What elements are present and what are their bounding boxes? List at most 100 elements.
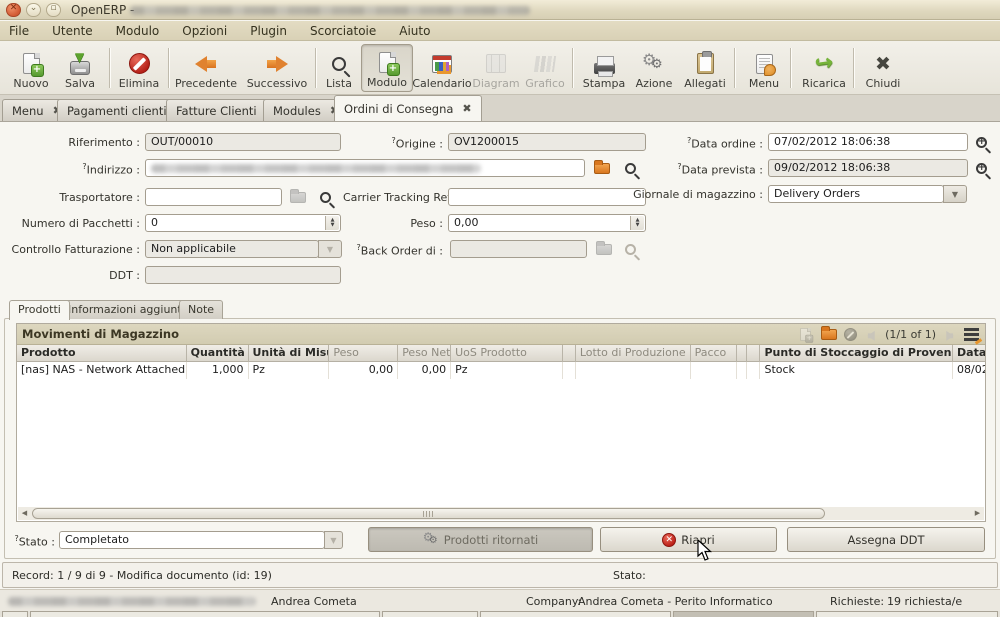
diagram-icon xyxy=(486,54,506,73)
scroll-left-icon[interactable]: ◀ xyxy=(18,507,31,520)
menu-aiuto[interactable]: Aiuto xyxy=(396,23,433,39)
numero-pacchetti-label: Numero di Pacchetti : xyxy=(20,217,140,230)
menu-view-button[interactable]: Menu xyxy=(741,44,787,92)
menu-modulo[interactable]: Modulo xyxy=(113,23,163,39)
attachments-button[interactable]: Allegati xyxy=(679,44,731,92)
indirizzo-open-button[interactable] xyxy=(593,159,611,177)
column-header[interactable]: Prodotto xyxy=(17,345,187,362)
list-title: Movimenti di Magazzino xyxy=(17,327,797,341)
save-button[interactable]: Salva xyxy=(57,44,103,92)
numero-pacchetti-field[interactable]: 0 ▲▼ xyxy=(145,214,341,232)
new-document-icon xyxy=(23,53,40,74)
list-view-icon xyxy=(332,57,346,71)
graph-view-button: Grafico xyxy=(522,44,568,92)
previous-button[interactable]: Precedente xyxy=(172,44,240,92)
giornale-dropdown-icon[interactable] xyxy=(943,185,967,203)
trasportatore-field[interactable] xyxy=(145,188,282,206)
trasportatore-search-button[interactable] xyxy=(316,188,334,206)
column-header[interactable]: Punto di Stoccaggio di Provenienza xyxy=(760,345,953,362)
search-icon xyxy=(320,192,331,203)
window-close-button[interactable]: ✕ xyxy=(6,3,21,17)
prodotti-ritornati-button: Prodotti ritornati xyxy=(368,527,593,552)
new-button[interactable]: Nuovo xyxy=(8,44,54,92)
next-button[interactable]: Successivo xyxy=(243,44,311,92)
riapri-button[interactable]: Riapri xyxy=(600,527,777,552)
backorder-open-button xyxy=(595,240,613,258)
reload-button[interactable]: ↪ Ricarica xyxy=(797,44,851,92)
tab-ordini-di-consegna[interactable]: Ordini di Consegna✖ xyxy=(334,95,482,121)
scroll-right-icon[interactable]: ▶ xyxy=(971,507,984,520)
open-row-icon[interactable] xyxy=(821,329,837,340)
cell-uos-prodotto: Pz xyxy=(451,362,563,379)
table-row[interactable]: [nas] NAS - Network Attached Storage 1,0… xyxy=(17,362,985,379)
riferimento-label: Riferimento : xyxy=(20,136,140,149)
gears-icon xyxy=(423,532,439,548)
stato-field[interactable]: Completato xyxy=(59,531,325,549)
switch-view-icon[interactable] xyxy=(964,328,979,341)
print-button[interactable]: Stampa xyxy=(580,44,628,92)
column-header[interactable]: Data xyxy=(953,345,985,362)
delete-button[interactable]: Elimina xyxy=(114,44,164,92)
table-header: Prodotto Quantità Unità di Misura Peso P… xyxy=(17,345,985,362)
diagram-view-button: Diagram xyxy=(471,44,521,92)
peso-field[interactable]: 0,00 ▲▼ xyxy=(448,214,646,232)
record-status-text: Record: 1 / 9 di 9 - Modifica documento … xyxy=(12,569,272,582)
indirizzo-search-button[interactable] xyxy=(621,159,639,177)
notebook-tab-note[interactable]: Note xyxy=(179,300,223,319)
blurred-title-text xyxy=(130,6,530,15)
data-prevista-field: 09/02/2012 18:06:38 xyxy=(768,159,968,177)
action-button[interactable]: Azione xyxy=(631,44,677,92)
column-header[interactable] xyxy=(563,345,576,362)
menu-opzioni[interactable]: Opzioni xyxy=(179,23,230,39)
data-ordine-calendar-button[interactable] xyxy=(972,133,990,151)
giornale-field[interactable]: Delivery Orders xyxy=(768,185,944,203)
column-header[interactable]: UoS Prodotto xyxy=(451,345,563,362)
menu-file[interactable]: File xyxy=(6,23,32,39)
column-header[interactable] xyxy=(737,345,747,362)
cell-peso-netto: 0,00 xyxy=(398,362,451,379)
column-header[interactable]: Lotto di Produzione xyxy=(576,345,691,362)
action-gears-icon xyxy=(642,52,666,76)
assegna-ddt-button[interactable]: Assegna DDT xyxy=(787,527,985,552)
scrollbar-thumb[interactable] xyxy=(32,508,825,519)
requests-value: 19 richiesta/e xyxy=(887,595,962,608)
window-maximize-button[interactable]: ▫ xyxy=(46,3,61,17)
close-tab-button[interactable]: ✖ Chiudi xyxy=(858,44,908,92)
carrier-tracking-label: Carrier Tracking Ref : xyxy=(343,191,443,204)
stato-dropdown-icon[interactable] xyxy=(324,531,343,549)
controllo-fatturazione-field: Non applicabile xyxy=(145,240,319,258)
menu-utente[interactable]: Utente xyxy=(49,23,96,39)
calendar-view-button[interactable]: Calendario xyxy=(414,44,470,92)
ddt-label: DDT : xyxy=(40,269,140,282)
arrow-right-icon xyxy=(265,56,289,72)
print-icon xyxy=(594,63,615,74)
controllo-fatturazione-label: Controllo Fatturazione : xyxy=(5,243,140,256)
menu-scorciatoie[interactable]: Scorciatoie xyxy=(307,23,379,39)
pacchetti-spinner[interactable]: ▲▼ xyxy=(325,216,339,230)
menu-plugin[interactable]: Plugin xyxy=(247,23,290,39)
company-value: Andrea Cometa - Perito Informatico xyxy=(578,595,773,608)
reload-icon: ↪ xyxy=(813,52,834,74)
arrow-left-icon xyxy=(194,56,218,72)
cell-lotto xyxy=(576,362,691,379)
peso-spinner[interactable]: ▲▼ xyxy=(630,216,644,230)
notebook-tab-prodotti[interactable]: Prodotti xyxy=(9,300,70,320)
horizontal-scrollbar[interactable]: ◀ ▶ xyxy=(18,507,984,520)
column-header[interactable]: Quantità xyxy=(187,345,249,362)
tab-close-icon[interactable]: ✖ xyxy=(462,104,471,114)
indirizzo-field[interactable] xyxy=(145,159,585,177)
column-header[interactable]: Peso xyxy=(329,345,398,362)
window-minimize-button[interactable]: ⌄ xyxy=(26,3,41,17)
list-view-button[interactable]: Lista xyxy=(319,44,359,92)
column-header[interactable] xyxy=(747,345,760,362)
form-view-button[interactable]: Modulo xyxy=(361,44,413,92)
data-prevista-calendar-button[interactable] xyxy=(972,159,990,177)
column-header[interactable]: Pacco xyxy=(691,345,738,362)
data-ordine-label: ?Data ordine : xyxy=(663,136,763,151)
data-ordine-field[interactable]: 07/02/2012 18:06:38 xyxy=(768,133,968,151)
cell-empty xyxy=(563,362,576,379)
column-header[interactable]: Unità di Misura xyxy=(249,345,330,362)
column-header[interactable]: Peso Netto xyxy=(398,345,451,362)
cell-data: 08/02, xyxy=(953,362,985,379)
carrier-tracking-field[interactable] xyxy=(448,188,646,206)
